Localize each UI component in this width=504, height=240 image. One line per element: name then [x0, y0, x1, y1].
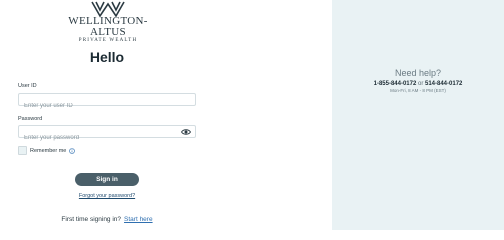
forgot-password-row: Forgot your password? — [0, 193, 214, 199]
user-id-input[interactable] — [19, 100, 195, 112]
first-time-text: First time signing in? — [61, 216, 122, 223]
page-title: Hello — [89, 49, 125, 65]
brand-name: WELLINGTON-ALTUS — [68, 15, 148, 38]
password-input[interactable] — [19, 132, 195, 144]
phone-separator: or — [417, 81, 424, 87]
remember-me-label: Remember me — [30, 147, 67, 154]
first-time-row: First time signing in? Start here — [0, 216, 214, 223]
help-phones: 1-855-844-0172 or 514-844-0172 — [332, 81, 504, 87]
phone-primary[interactable]: 1-855-844-0172 — [374, 81, 417, 87]
brand-logo: WELLINGTON-ALTUS PRIVATE WEALTH — [56, 0, 160, 43]
help-title: Need help? — [394, 68, 442, 78]
password-label: Password — [18, 116, 43, 122]
login-panel: WELLINGTON-ALTUS PRIVATE WEALTH Hello Us… — [0, 0, 332, 230]
user-id-field[interactable] — [18, 93, 196, 112]
eye-icon[interactable] — [181, 128, 191, 136]
help-panel: Need help? 1-855-844-0172 or 514-844-017… — [332, 0, 504, 230]
sign-in-button[interactable]: Sign in — [75, 173, 139, 186]
brand-tagline: PRIVATE WEALTH — [78, 38, 138, 43]
help-block: Need help? 1-855-844-0172 or 514-844-017… — [332, 68, 504, 93]
forgot-password-link[interactable]: Forgot your password? — [79, 193, 135, 199]
start-here-link[interactable]: Start here — [124, 216, 153, 223]
phone-secondary[interactable]: 514-844-0172 — [425, 81, 462, 87]
remember-me-row: Remember me — [18, 146, 76, 155]
remember-me-checkbox[interactable] — [18, 146, 27, 155]
help-hours: Mon-Fri, 8 AM - 8 PM (EST) — [390, 88, 446, 93]
user-id-label: User ID — [18, 83, 37, 89]
info-icon[interactable] — [69, 147, 76, 154]
password-field[interactable] — [18, 125, 196, 144]
